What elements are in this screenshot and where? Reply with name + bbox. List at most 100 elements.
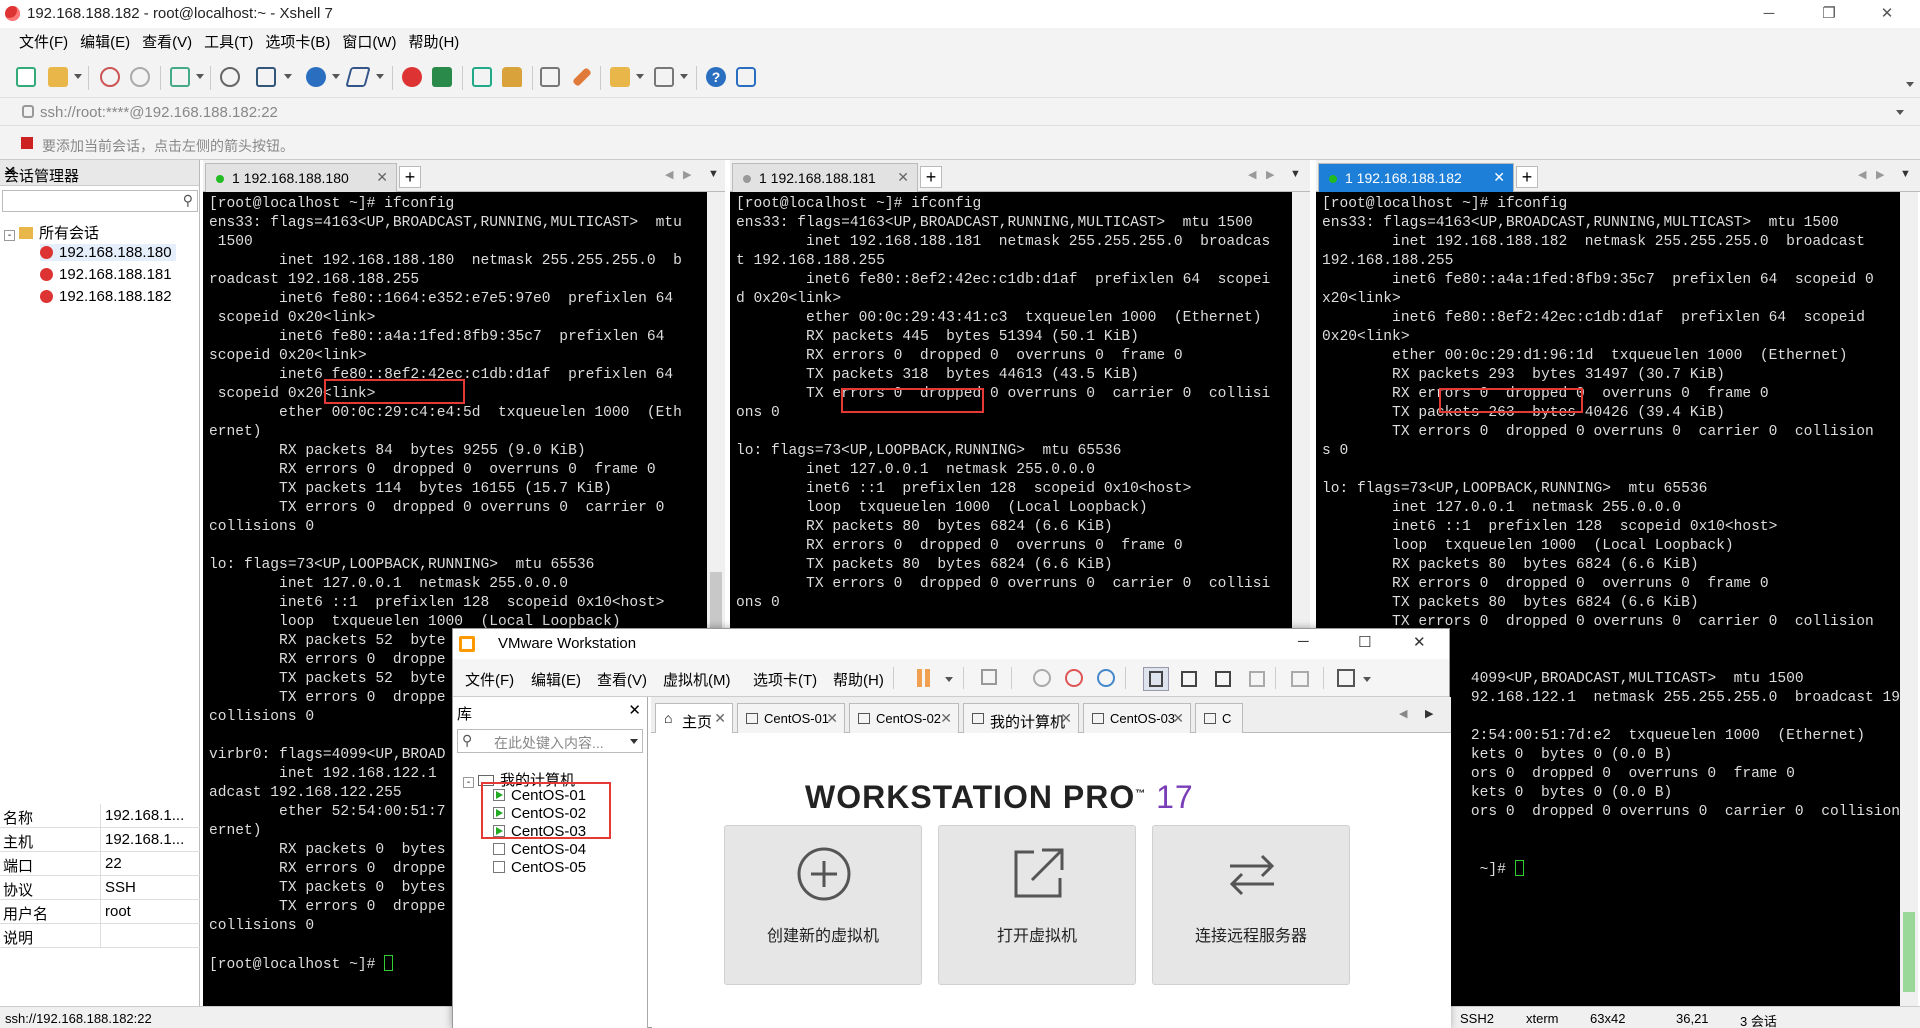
thumbnail-bar-icon[interactable]	[1181, 671, 1197, 687]
create-vm-card[interactable]: 创建新的虚拟机	[724, 825, 922, 985]
vmware-menu-vm[interactable]: 虚拟机(M)	[663, 669, 731, 690]
open-folder-icon[interactable]	[48, 67, 68, 87]
new-tab-button[interactable]: +	[1516, 166, 1538, 188]
tab-next-icon[interactable]: ▶	[1266, 168, 1274, 181]
close-tab-icon[interactable]: ✕	[897, 169, 909, 186]
tab-next-icon[interactable]: ▶	[683, 168, 691, 181]
address-bar[interactable]: ssh://root:****@192.168.188.182:22	[0, 98, 1920, 126]
minimize-button[interactable]: ─	[1746, 0, 1792, 28]
library-close-icon[interactable]: ✕	[628, 701, 641, 719]
chat-icon[interactable]	[736, 67, 756, 87]
vmware-menu-tabs[interactable]: 选项卡(T)	[753, 669, 817, 690]
snapshot-manager-icon[interactable]	[1097, 669, 1115, 687]
session-item[interactable]: 192.168.188.182	[40, 288, 172, 305]
tab-menu-icon[interactable]: ▼	[1290, 168, 1301, 180]
layout-icon[interactable]	[256, 67, 276, 87]
tab-prev-icon[interactable]: ◀	[1248, 168, 1256, 181]
keyboard-icon[interactable]	[540, 67, 560, 87]
unity-icon[interactable]	[1249, 671, 1265, 687]
globe-icon[interactable]	[306, 67, 326, 87]
close-panel-icon[interactable]: ✕	[4, 163, 193, 180]
connect-remote-card[interactable]: 连接远程服务器	[1152, 825, 1350, 985]
bookmark-icon[interactable]	[21, 137, 33, 149]
tab-layout-icon[interactable]	[654, 67, 674, 87]
menu-edit[interactable]: 编辑(E)	[74, 28, 136, 58]
tab-vm[interactable]: CentOS-03 ✕	[1083, 703, 1191, 733]
address-dropdown-icon[interactable]	[1896, 110, 1904, 115]
menu-help[interactable]: 帮助(H)	[402, 28, 465, 58]
library-search-input[interactable]: ⚲ 在此处键入内容...	[457, 729, 643, 753]
connect-icon[interactable]	[100, 67, 120, 87]
disconnect-icon[interactable]	[130, 67, 150, 87]
tab-next-icon[interactable]: ▶	[1876, 168, 1884, 181]
fullscreen-icon[interactable]	[1215, 671, 1231, 687]
session-item[interactable]: 192.168.188.181	[40, 266, 172, 283]
menu-view[interactable]: 查看(V)	[136, 28, 198, 58]
restore-button[interactable]: ❐	[1806, 0, 1852, 28]
send-ctrl-alt-del-icon[interactable]	[981, 669, 997, 685]
font-icon[interactable]	[345, 67, 371, 87]
tab-vm[interactable]: CentOS-02 ✕	[849, 703, 959, 733]
vmware-menu-edit[interactable]: 编辑(E)	[531, 669, 581, 690]
vmware-menu-help[interactable]: 帮助(H)	[833, 669, 884, 690]
tab-prev-icon[interactable]: ◀	[1399, 707, 1407, 720]
pen-icon[interactable]	[572, 67, 592, 87]
open-vm-card[interactable]: 打开虚拟机	[938, 825, 1136, 985]
add-folder-icon[interactable]	[610, 67, 630, 87]
vm-item[interactable]: CentOS-04	[493, 841, 586, 858]
terminal-line: TX packets 318 bytes 44613 (43.5 KiB)	[736, 367, 1139, 383]
tab-vm[interactable]: C	[1195, 703, 1243, 733]
vm-item[interactable]: CentOS-05	[493, 859, 586, 876]
tab-session-182[interactable]: 1 192.168.188.182 ✕	[1318, 163, 1514, 192]
tab-my-computer[interactable]: 我的计算机 ✕	[963, 703, 1079, 733]
snapshot-icon[interactable]	[1033, 669, 1051, 687]
new-session-icon[interactable]	[16, 67, 36, 87]
tree-root-all-sessions[interactable]: - 所有会话	[4, 222, 99, 243]
stretch-icon[interactable]	[1337, 669, 1355, 687]
new-tab-button[interactable]: +	[920, 166, 942, 188]
help-icon[interactable]: ?	[706, 67, 726, 87]
scrollbar[interactable]	[1900, 192, 1918, 1006]
vmware-close-button[interactable]: ✕	[1413, 633, 1426, 651]
vmware-maximize-button[interactable]: ☐	[1358, 633, 1371, 651]
close-tab-icon[interactable]: ✕	[940, 710, 952, 727]
pause-icon[interactable]	[925, 669, 930, 687]
find-icon[interactable]	[220, 67, 240, 87]
new-tab-button[interactable]: +	[399, 166, 421, 188]
xshell-icon[interactable]	[402, 67, 422, 87]
properties-icon[interactable]	[170, 67, 190, 87]
tab-home[interactable]: ⌂ 主页 ✕	[655, 703, 733, 733]
tab-session-181[interactable]: 1 192.168.188.181 ✕	[732, 163, 918, 192]
tab-next-icon[interactable]: ▶	[1425, 707, 1433, 720]
close-tab-icon[interactable]: ✕	[1172, 710, 1184, 727]
console-icon[interactable]	[1291, 671, 1309, 687]
menu-window[interactable]: 窗口(W)	[336, 28, 402, 58]
tab-menu-icon[interactable]: ▼	[708, 168, 719, 180]
card-label: 打开虚拟机	[996, 928, 1077, 945]
tab-menu-icon[interactable]: ▼	[1900, 168, 1911, 180]
tab-prev-icon[interactable]: ◀	[1858, 168, 1866, 181]
close-tab-icon[interactable]: ✕	[826, 710, 838, 727]
library-view-icon[interactable]	[1149, 671, 1163, 687]
revert-snapshot-icon[interactable]	[1065, 669, 1083, 687]
lock-icon[interactable]	[502, 67, 522, 87]
session-search-input[interactable]: ⚲	[2, 190, 198, 212]
xftp-icon[interactable]	[432, 67, 452, 87]
menu-tools[interactable]: 工具(T)	[198, 28, 259, 58]
tab-session-180[interactable]: 1 192.168.188.180 ✕	[205, 163, 397, 192]
vmware-menu-file[interactable]: 文件(F)	[465, 669, 514, 690]
vmware-minimize-button[interactable]: ─	[1298, 633, 1309, 650]
close-tab-icon[interactable]: ✕	[714, 710, 726, 727]
close-button[interactable]: ✕	[1864, 0, 1910, 28]
session-item[interactable]: 192.168.188.180	[40, 244, 176, 261]
close-tab-icon[interactable]: ✕	[1060, 710, 1072, 727]
prop-key: 端口	[3, 858, 34, 875]
tab-prev-icon[interactable]: ◀	[665, 168, 673, 181]
close-tab-icon[interactable]: ✕	[1493, 169, 1505, 186]
vmware-menu-view[interactable]: 查看(V)	[597, 669, 647, 690]
tab-vm[interactable]: CentOS-01 ✕	[737, 703, 845, 733]
fullscreen-icon[interactable]	[472, 67, 492, 87]
menu-file[interactable]: 文件(F)	[13, 28, 74, 58]
close-tab-icon[interactable]: ✕	[376, 169, 388, 186]
menu-tabs[interactable]: 选项卡(B)	[259, 28, 336, 58]
